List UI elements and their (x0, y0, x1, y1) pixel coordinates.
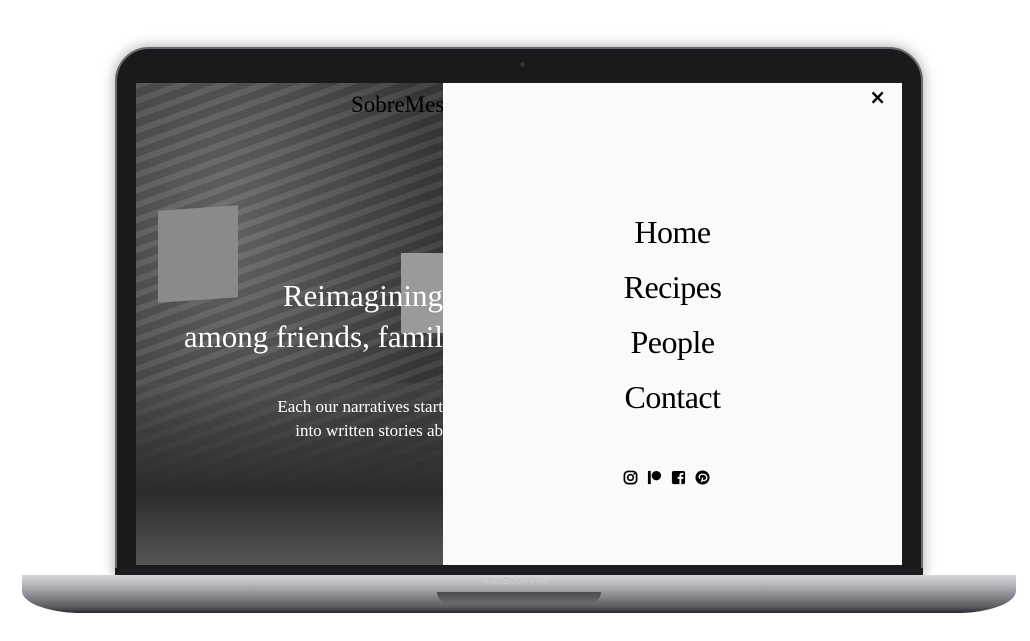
menu-item-contact[interactable]: Contact (443, 376, 902, 431)
hero-subtitle-line2: into written stories ab (295, 421, 443, 440)
hero-title-line2: among friends, famil (183, 319, 443, 354)
patreon-icon[interactable] (647, 470, 662, 485)
menu-item-home[interactable]: Home (443, 211, 902, 266)
hero-title-line1: Reimagining (282, 278, 443, 313)
close-icon[interactable]: × (869, 85, 886, 109)
instagram-icon[interactable] (623, 470, 638, 485)
screen: Reimagining among friends, famil Each ou… (136, 83, 902, 565)
menu-item-recipes[interactable]: Recipes (443, 266, 902, 321)
device-label: MacBook Pro (483, 576, 547, 587)
menu-item-people[interactable]: People (443, 321, 902, 376)
site-logo[interactable]: SobreMesa (351, 92, 454, 118)
hero-subtitle-line1: Each our narratives start (277, 397, 443, 416)
menu-panel: × Home Recipes People Contact (443, 83, 902, 565)
photo-detail (158, 205, 238, 303)
facebook-icon[interactable] (671, 470, 686, 485)
menu-nav: Home Recipes People Contact (443, 211, 902, 431)
camera (520, 62, 525, 67)
laptop-notch (437, 592, 601, 604)
social-links (623, 470, 710, 485)
pinterest-icon[interactable] (695, 470, 710, 485)
